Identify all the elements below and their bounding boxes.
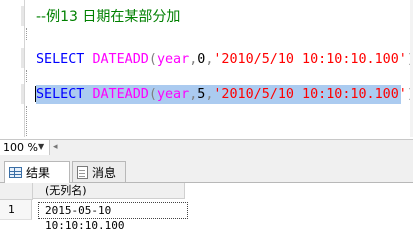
tab-results-label: 结果 [26,166,51,180]
open-paren: ( [148,87,157,102]
comment-line: --例13 日期在某部分加 [36,9,181,25]
outline-guide [26,70,27,82]
sql-line-1[interactable]: SELECT DATEADD(year,0,'2010/5/10 10:10:1… [36,51,413,68]
outline-guide [26,28,27,40]
messages-icon [77,165,88,179]
keyword-select: SELECT [36,52,85,67]
datepart-arg: year [156,52,190,67]
sql-line-2[interactable]: SELECT DATEADD(year,5,'2010/5/10 10:10:1… [36,86,413,103]
chevron-down-icon[interactable]: ▼ [38,142,44,151]
tab-messages[interactable]: 消息 [72,161,126,182]
tab-messages-label: 消息 [92,165,117,180]
grid-corner[interactable] [0,183,33,200]
gutter-separator [24,0,25,137]
query-editor[interactable]: --例13 日期在某部分加 SELECT DATEADD(year,0,'201… [0,0,413,137]
function-dateadd: DATEADD [92,87,149,102]
results-grid-icon [9,167,22,178]
zoom-bar: 100 % ▼ ◂ [0,139,413,157]
row-header[interactable]: 1 [0,200,32,220]
scroll-left-icon[interactable]: ◂ [53,142,58,152]
results-grid: (无列名) 1 2015-05-10 10:10:10.100 [0,183,413,236]
keyword-select: SELECT [36,87,85,102]
function-dateadd: DATEADD [92,52,149,67]
zoom-select[interactable]: 100 % ▼ [0,140,50,155]
results-panel: 结果 消息 (无列名) 1 2015-05-10 10:10:10.100 [0,156,413,236]
date-string-arg: '2010/5/10 10:10:10.100' [213,52,407,67]
results-tabs: 结果 消息 [0,156,413,183]
column-header[interactable]: (无列名) [33,183,185,199]
open-paren: ( [148,52,157,67]
date-string-arg: '2010/5/10 10:10:10.100' [213,87,407,102]
outline-guide [26,106,27,136]
result-cell[interactable]: 2015-05-10 10:10:10.100 [38,202,188,232]
tab-results[interactable]: 结果 [4,161,70,183]
zoom-value: 100 % [3,141,38,154]
datepart-arg: year [156,87,190,102]
